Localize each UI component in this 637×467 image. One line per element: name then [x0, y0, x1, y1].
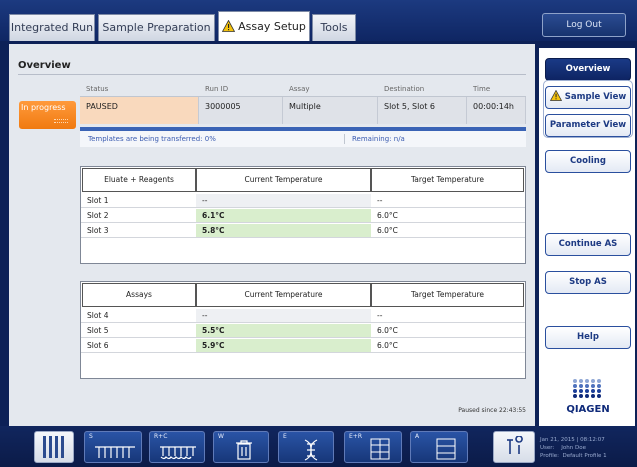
- table-header: Current Temperature: [196, 168, 371, 192]
- table-header: Target Temperature: [371, 168, 524, 192]
- divider: [18, 74, 526, 75]
- user-info: Jan 21, 2015 | 08:12:07 User: John Doe P…: [540, 436, 636, 460]
- target-temperature: 6.0°C: [377, 341, 398, 350]
- help-button[interactable]: Help: [545, 326, 631, 349]
- reagent-cartridge-button[interactable]: R+C: [149, 431, 205, 463]
- current-temperature: 5.9°C: [196, 339, 371, 352]
- table-header: Current Temperature: [196, 283, 371, 307]
- rack-button[interactable]: [34, 431, 74, 463]
- destination-value: Slot 5, Slot 6: [378, 97, 467, 124]
- current-temperature: 5.5°C: [196, 324, 371, 337]
- table-row: Slot 6 5.9°C 6.0°C: [81, 339, 525, 353]
- table-header: Assays: [82, 283, 196, 307]
- table-row: Slot 4 -- --: [81, 309, 525, 323]
- waste-icon: [236, 440, 252, 460]
- tab-label: Integrated Run: [10, 21, 94, 34]
- eluate-reagents-button[interactable]: E+R: [344, 431, 402, 463]
- current-temperature: --: [196, 309, 371, 322]
- paused-since-text: Paused since 22:43:55: [458, 407, 526, 414]
- transfer-status-row: Templates are being transferred: 0% Rema…: [80, 131, 526, 147]
- continue-as-button[interactable]: Continue AS: [545, 233, 631, 256]
- assay-plate-icon: [436, 438, 456, 460]
- current-temperature: 6.1°C: [196, 209, 371, 222]
- sample-view-label: Sample View: [564, 92, 627, 102]
- assay-button[interactable]: A: [410, 431, 468, 463]
- table-row: Slot 2 6.1°C 6.0°C: [81, 209, 525, 223]
- table-header: Eluate + Reagents: [82, 168, 196, 192]
- slot-name: Slot 6: [87, 341, 109, 350]
- button-label: E+R: [349, 433, 362, 440]
- profile-name: Default Profile 1: [562, 453, 607, 459]
- slot-name: Slot 3: [87, 226, 109, 235]
- table-row: Slot 5 5.5°C 6.0°C: [81, 324, 525, 338]
- tab-tools[interactable]: Tools: [312, 14, 356, 41]
- assay-temperature-table: Assays Current Temperature Target Temper…: [80, 281, 526, 379]
- grip-icon: [54, 119, 68, 123]
- parameter-view-button[interactable]: Parameter View: [545, 114, 631, 137]
- button-label: A: [415, 433, 420, 440]
- datetime-text: Jan 21, 2015 | 08:12:07: [540, 437, 605, 443]
- transfer-text: Templates are being transferred: 0%: [88, 135, 216, 143]
- run-state-badge[interactable]: In progress: [19, 101, 76, 129]
- current-temperature: 5.8°C: [196, 224, 371, 237]
- target-temperature: --: [377, 311, 383, 320]
- table-row: Slot 3 5.8°C 6.0°C: [81, 224, 525, 238]
- slot-name: Slot 5: [87, 326, 109, 335]
- page-title: Overview: [18, 60, 71, 71]
- tab-sample-preparation[interactable]: Sample Preparation: [98, 14, 215, 41]
- table-header: Target Temperature: [371, 283, 524, 307]
- warning-icon: [221, 14, 236, 43]
- sample-view-button[interactable]: Sample View: [545, 86, 631, 109]
- tab-assay-setup[interactable]: Assay Setup: [218, 11, 310, 41]
- target-temperature: 6.0°C: [377, 326, 398, 335]
- remaining-text: Remaining: n/a: [352, 135, 405, 143]
- target-temperature: 6.0°C: [377, 226, 398, 235]
- tab-label: Assay Setup: [238, 20, 306, 33]
- tab-integrated-run[interactable]: Integrated Run: [9, 14, 95, 41]
- target-temperature: 6.0°C: [377, 211, 398, 220]
- cooling-button[interactable]: Cooling: [545, 150, 631, 173]
- assay-value: Multiple: [283, 97, 378, 124]
- waste-button[interactable]: W: [213, 431, 269, 463]
- run-id-value: 3000005: [199, 97, 283, 124]
- eluate-temperature-table: Eluate + Reagents Current Temperature Ta…: [80, 166, 526, 264]
- eluate-button[interactable]: E: [278, 431, 334, 463]
- current-temperature: --: [196, 194, 371, 207]
- slot-name: Slot 1: [87, 196, 109, 205]
- sample-tubes-button[interactable]: S: [84, 431, 142, 463]
- user-label: User:: [540, 445, 555, 451]
- sample-tubes-icon: [95, 446, 135, 458]
- profile-label: Profile:: [540, 453, 559, 459]
- button-label: R+C: [154, 433, 168, 440]
- plate-grid-icon: [370, 438, 390, 460]
- slot-name: Slot 4: [87, 311, 109, 320]
- stop-as-button[interactable]: Stop AS: [545, 271, 631, 294]
- dna-icon: [304, 439, 318, 461]
- tab-label: Tools: [320, 21, 348, 34]
- button-label: W: [218, 433, 224, 440]
- status-value: PAUSED: [80, 97, 199, 124]
- target-temperature: --: [377, 196, 383, 205]
- rack-icon: [43, 436, 64, 458]
- overview-button[interactable]: Overview: [545, 58, 631, 81]
- button-label: S: [89, 433, 93, 440]
- warning-icon: [549, 89, 562, 110]
- reagent-cartridge-icon: [160, 446, 196, 460]
- user-name: John Doe: [561, 445, 586, 451]
- button-label: E: [283, 433, 287, 440]
- run-state-label: In progress: [21, 103, 66, 112]
- divider: [344, 134, 345, 144]
- tools-icon: [507, 436, 523, 454]
- time-value: 00:00:14h: [467, 97, 526, 124]
- qiagen-logo-text: QIAGEN: [566, 404, 610, 415]
- slot-name: Slot 2: [87, 211, 109, 220]
- tools-button[interactable]: [493, 431, 535, 463]
- tab-label: Sample Preparation: [102, 21, 211, 34]
- logout-button[interactable]: Log Out: [542, 13, 626, 37]
- table-row: Slot 1 -- --: [81, 194, 525, 208]
